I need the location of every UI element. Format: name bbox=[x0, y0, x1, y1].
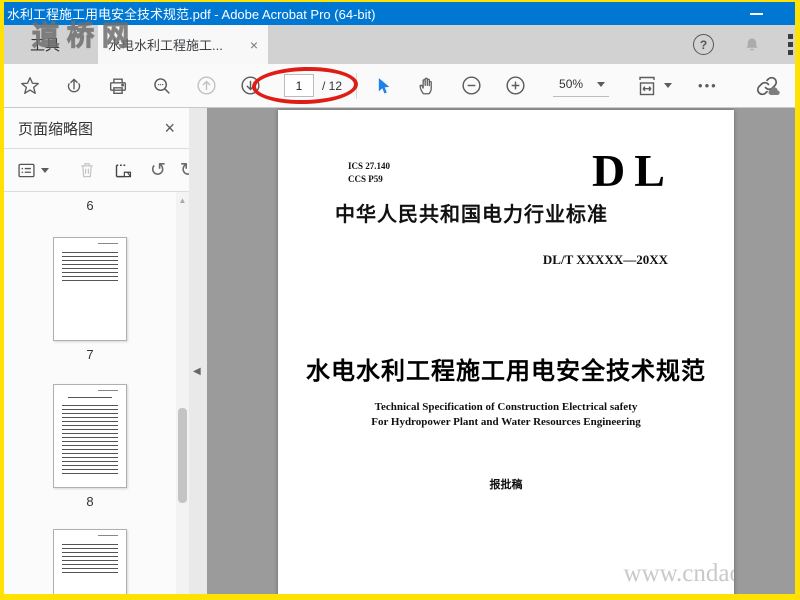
share-upload-icon[interactable] bbox=[62, 74, 86, 98]
thumbnail-label[interactable]: 6 bbox=[86, 198, 93, 213]
share-link-icon[interactable] bbox=[755, 74, 781, 98]
document-subtitle-en: Technical Specification of Construction … bbox=[371, 401, 641, 428]
search-icon[interactable] bbox=[150, 74, 174, 98]
chevron-down-icon bbox=[597, 81, 606, 87]
thumbnail-page-8[interactable] bbox=[53, 384, 127, 488]
title-bar: 水利工程施工用电安全技术规范.pdf - Adobe Acrobat Pro (… bbox=[4, 2, 795, 25]
document-viewer[interactable]: ICS 27.140 CCS P59 DL 中华人民共和国电力行业标准 DL/T… bbox=[207, 108, 795, 594]
panel-collapse-strip[interactable]: ◀ bbox=[189, 108, 207, 594]
collapse-panel-icon: ◀ bbox=[193, 366, 201, 377]
standard-heading: 中华人民共和国电力行业标准 bbox=[335, 204, 608, 226]
minimize-icon[interactable] bbox=[750, 12, 763, 15]
select-tool-icon[interactable] bbox=[371, 74, 395, 98]
more-tools-icon[interactable]: ••• bbox=[698, 78, 718, 93]
toolbar-separator bbox=[356, 72, 358, 99]
page-number-input[interactable] bbox=[284, 74, 314, 97]
rotate-left-icon[interactable]: ↺ bbox=[150, 159, 166, 181]
scrollbar-thumb[interactable] bbox=[178, 408, 187, 503]
thumbnail-label[interactable]: 8 bbox=[86, 494, 93, 509]
thumbnail-page-9[interactable] bbox=[53, 529, 127, 594]
document-title: 水电水利工程施工用电安全技术规范 bbox=[306, 358, 706, 385]
panel-header: 页面缩略图 × bbox=[4, 108, 189, 148]
thumbnail-list: 6 7 8 bbox=[4, 192, 176, 594]
zoom-level-dropdown[interactable]: 50% bbox=[553, 74, 610, 97]
help-icon[interactable]: ? bbox=[693, 34, 714, 55]
thumbnail-label[interactable]: 7 bbox=[86, 347, 93, 362]
zoom-out-icon[interactable] bbox=[459, 74, 483, 98]
pdf-page: ICS 27.140 CCS P59 DL 中华人民共和国电力行业标准 DL/T… bbox=[278, 110, 734, 594]
main-toolbar: / 12 50% bbox=[4, 64, 795, 108]
page-total-label: / 12 bbox=[322, 78, 343, 93]
page-thumbnails-panel: 页面缩略图 × ↺ 6 7 8 ▲ bbox=[4, 108, 189, 594]
hand-tool-icon[interactable] bbox=[415, 74, 439, 98]
standard-number: DL/T XXXXX—20XX bbox=[542, 252, 668, 267]
notifications-bell-icon[interactable] bbox=[742, 35, 762, 55]
zoom-level-value: 50% bbox=[559, 77, 584, 91]
draft-status: 报批稿 bbox=[489, 479, 523, 491]
thumbnail-page-7[interactable] bbox=[53, 237, 127, 341]
crop-pages-icon[interactable] bbox=[113, 160, 134, 181]
panel-toolbar: ↺ ↻ bbox=[4, 148, 189, 192]
tab-tools[interactable]: 工具 bbox=[4, 25, 86, 64]
tab-close-icon[interactable]: × bbox=[244, 37, 258, 53]
tabbar-right-controls: ? bbox=[693, 25, 795, 64]
chevron-down-icon bbox=[664, 83, 673, 88]
tab-document-label: 水电水利工程施工... bbox=[108, 38, 223, 53]
thumbnail-options-icon[interactable] bbox=[16, 160, 49, 181]
scroll-up-icon[interactable]: ▲ bbox=[176, 196, 189, 205]
dl-logo: DL bbox=[592, 145, 674, 196]
panel-scrollbar[interactable]: ▲ bbox=[176, 192, 189, 594]
ics-codes: ICS 27.140 CCS P59 bbox=[348, 161, 391, 184]
print-icon[interactable] bbox=[106, 74, 130, 98]
previous-page-icon[interactable] bbox=[194, 74, 218, 98]
window-title: 水利工程施工用电安全技术规范.pdf - Adobe Acrobat Pro (… bbox=[7, 7, 376, 22]
tab-bar: 工具 水电水利工程施工... × ? bbox=[4, 25, 795, 64]
panel-title: 页面缩略图 bbox=[18, 120, 94, 138]
page-watermark: www.cndao bbox=[623, 560, 734, 587]
acrobat-window: 道桥网 水利工程施工用电安全技术规范.pdf - Adobe Acrobat P… bbox=[0, 0, 800, 600]
delete-pages-icon[interactable] bbox=[77, 160, 97, 180]
favorite-star-icon[interactable] bbox=[18, 74, 42, 98]
next-page-icon[interactable] bbox=[238, 74, 262, 98]
panel-close-icon[interactable]: × bbox=[164, 118, 175, 139]
app-launcher-icon[interactable] bbox=[788, 34, 795, 55]
tab-document[interactable]: 水电水利工程施工... × bbox=[98, 25, 268, 64]
zoom-in-icon[interactable] bbox=[503, 74, 527, 98]
fit-width-dropdown[interactable] bbox=[635, 74, 673, 98]
rotate-right-icon[interactable]: ↻ bbox=[180, 159, 189, 181]
